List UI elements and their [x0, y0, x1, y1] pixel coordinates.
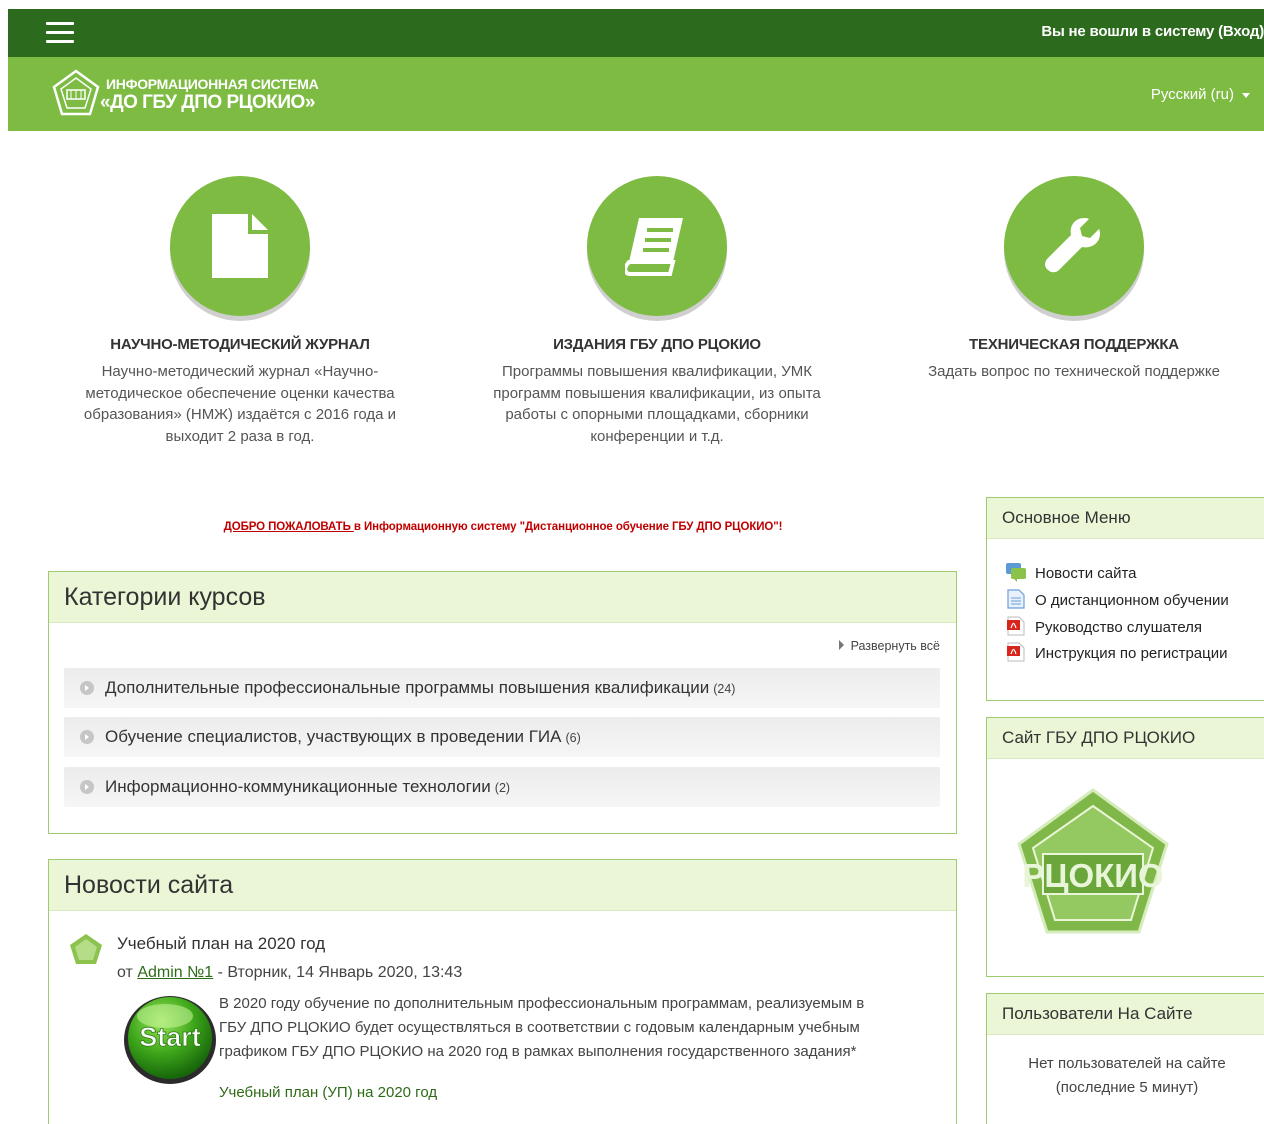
welcome-message: ДОБРО ПОЖАЛОВАТЬ в Информационную систем… [223, 521, 783, 533]
main-menu-title: Основное Меню [987, 498, 1264, 539]
page: Вы не вошли в систему (Вход) ИНФОРМАЦИОН… [8, 9, 1264, 1124]
feature-support-button[interactable] [1004, 176, 1144, 316]
category-count: (6) [565, 731, 581, 745]
language-label: Русский (ru) [1150, 86, 1234, 103]
site-news-block: Новости сайта Учебный план на 2020 год о… [48, 859, 957, 1124]
language-selector[interactable]: Русский (ru) [1151, 86, 1250, 103]
caret-down-icon [1242, 92, 1250, 98]
online-users-text: Нет пользователей на сайте (последние 5 … [1028, 1055, 1226, 1096]
news-date: - Вторник, 14 Январь 2020, 13:43 [217, 964, 463, 981]
category-item[interactable]: Дополнительные профессиональные программ… [64, 668, 940, 708]
logo-icon[interactable] [51, 68, 101, 118]
category-item[interactable]: Информационно-коммуникационные технологи… [64, 767, 940, 807]
login-status-link[interactable]: Вы не вошли в систему (Вход) [1041, 23, 1264, 40]
news-meta: от Admin №1 - Вторник, 14 Январь 2020, 1… [117, 964, 463, 981]
category-expand-icon[interactable] [80, 780, 94, 794]
document-icon [212, 214, 268, 278]
brand-title-line2: «ДО ГБУ ДПО РЦОКИО» [100, 92, 315, 113]
news-body: В 2020 году обучение по дополнительным п… [219, 995, 865, 1060]
pdf-icon [1007, 616, 1025, 636]
category-count: (2) [494, 781, 511, 795]
start-image: Start [124, 996, 216, 1084]
feature-description: Программы повышения квалификации, УМК пр… [493, 363, 821, 445]
book-icon [625, 218, 683, 276]
feature-title[interactable]: ТЕХНИЧЕСКАЯ ПОДДЕРЖКА [894, 336, 1254, 353]
feature-support: ТЕХНИЧЕСКАЯ ПОДДЕРЖКА Задать вопрос по т… [894, 176, 1254, 383]
forum-icon [1006, 563, 1026, 582]
menu-item-guide[interactable]: Руководство слушателя [1005, 616, 1202, 636]
logo-text: РЦОКИО [1022, 857, 1163, 894]
category-expand-icon[interactable] [80, 681, 94, 695]
feature-description: Задать вопрос по технической поддержке [928, 363, 1220, 380]
feature-publications: ИЗДАНИЯ ГБУ ДПО РЦОКИО Программы повышен… [477, 176, 837, 447]
feature-title[interactable]: НАУЧНО-МЕТОДИЧЕСКИЙ ЖУРНАЛ [60, 336, 420, 353]
expand-triangle-icon [838, 640, 844, 650]
course-categories-block: Категории курсов Развернуть всё Дополнит… [48, 571, 957, 834]
online-users-block: Пользователи На Сайте Нет пользователей … [986, 993, 1264, 1124]
feature-description: Научно-методический журнал «Научно- мето… [83, 363, 397, 445]
category-name[interactable]: Информационно-коммуникационные технологи… [105, 777, 491, 796]
feature-journal-button[interactable] [170, 176, 310, 316]
wrench-icon [1045, 218, 1100, 273]
brand-title-line1: ИНФОРМАЦИОННАЯ СИСТЕМА [106, 76, 319, 92]
top-navbar: Вы не вошли в систему (Вход) [8, 9, 1264, 57]
course-categories-title: Категории курсов [49, 572, 956, 623]
welcome-link[interactable]: ДОБРО ПОЖАЛОВАТЬ [224, 521, 354, 533]
feature-journal: НАУЧНО-МЕТОДИЧЕСКИЙ ЖУРНАЛ Научно-методи… [60, 176, 420, 447]
site-link-block: Сайт ГБУ ДПО РЦОКИО РЦОКИО [986, 717, 1264, 977]
brand-header: ИНФОРМАЦИОННАЯ СИСТЕМА «ДО ГБУ ДПО РЦОКИ… [8, 57, 1264, 131]
feature-publications-button[interactable] [587, 176, 727, 316]
site-link-title: Сайт ГБУ ДПО РЦОКИО [987, 718, 1264, 759]
category-count: (24) [713, 682, 736, 696]
expand-all-link[interactable]: Развернуть всё [838, 639, 940, 653]
menu-item-news[interactable]: Новости сайта [1005, 562, 1137, 582]
menu-item-registration[interactable]: Инструкция по регистрации [1005, 642, 1228, 662]
start-image-label: Start [139, 1022, 201, 1052]
news-author-link[interactable]: Admin №1 [137, 964, 213, 981]
feature-title[interactable]: ИЗДАНИЯ ГБУ ДПО РЦОКИО [477, 336, 837, 353]
category-expand-icon[interactable] [80, 730, 94, 744]
category-name[interactable]: Обучение специалистов, участвующих в про… [105, 727, 562, 746]
news-attachment-link[interactable]: Учебный план (УП) на 2020 год [219, 1084, 437, 1101]
hamburger-menu-icon[interactable] [46, 22, 74, 44]
category-item[interactable]: Обучение специалистов, участвующих в про… [64, 717, 940, 757]
online-users-title: Пользователи На Сайте [987, 994, 1264, 1035]
rcokio-logo-link[interactable]: РЦОКИО [1013, 784, 1173, 944]
page-icon [1007, 589, 1025, 609]
main-menu-block: Основное Меню Новости сайта О дистанцион… [986, 497, 1264, 701]
pdf-icon [1007, 642, 1025, 662]
category-name[interactable]: Дополнительные профессиональные программ… [105, 678, 709, 697]
site-news-title: Новости сайта [49, 860, 956, 911]
menu-item-about[interactable]: О дистанционном обучении [1005, 589, 1229, 609]
news-subject[interactable]: Учебный план на 2020 год [117, 934, 325, 954]
avatar [70, 934, 102, 964]
